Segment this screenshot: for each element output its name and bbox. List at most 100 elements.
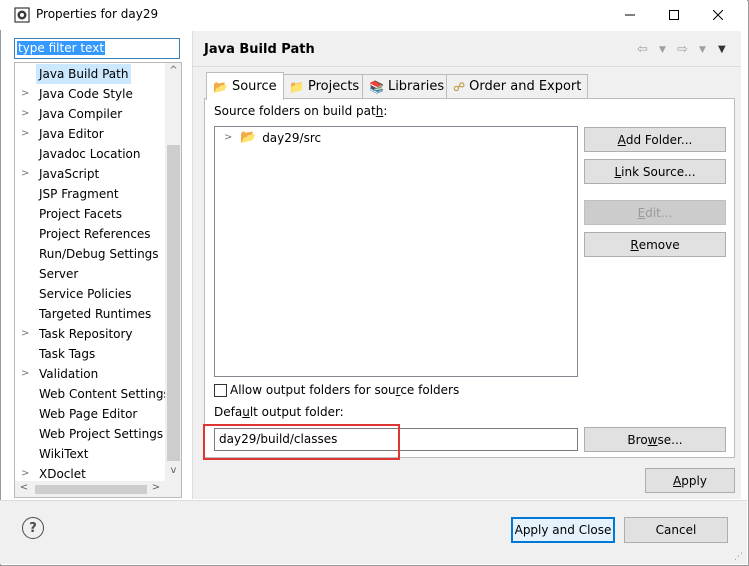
library-icon: 📚 xyxy=(369,79,384,94)
expand-arrow-icon[interactable]: > xyxy=(224,132,234,143)
tree-item-label: Java Code Style xyxy=(39,87,133,101)
scroll-up-arrow-icon[interactable]: ^ xyxy=(165,65,181,81)
help-icon[interactable]: ? xyxy=(22,517,44,539)
annotation-highlight-box xyxy=(203,424,400,460)
allow-output-folders-label: Allow output folders for source folders xyxy=(230,383,460,397)
tree-item-label: Web Content Settings xyxy=(39,387,170,401)
tree-item-label: JSP Fragment xyxy=(39,187,119,201)
tree-item-label: Server xyxy=(39,267,79,281)
tree-item[interactable]: Server xyxy=(15,264,165,284)
expand-arrow-icon[interactable]: > xyxy=(21,324,31,344)
tree-item-label: Task Repository xyxy=(39,327,133,341)
tree-item[interactable]: Service Policies xyxy=(15,284,165,304)
tree-item-label: WikiText xyxy=(39,447,89,461)
tree-item-label: Service Policies xyxy=(39,287,132,301)
horizontal-scroll-thumb[interactable] xyxy=(35,485,147,494)
scroll-down-arrow-icon[interactable]: v xyxy=(165,465,181,481)
minimize-button[interactable] xyxy=(607,0,653,30)
tree-item-label: Targeted Runtimes xyxy=(39,307,152,321)
tree-item-label: Project Facets xyxy=(39,207,122,221)
tree-item-label: Java Compiler xyxy=(39,107,123,121)
source-folder-icon: 📂 xyxy=(213,79,228,94)
tree-item-label: Run/Debug Settings xyxy=(39,247,159,261)
minimize-icon xyxy=(625,14,635,16)
scroll-left-arrow-icon[interactable]: < xyxy=(17,482,31,493)
tree-item-label: Web Project Settings xyxy=(39,427,164,441)
tree-item[interactable]: JSP Fragment xyxy=(15,184,165,204)
maximize-button[interactable] xyxy=(651,0,697,30)
tab-projects[interactable]: 📁 Projects xyxy=(282,74,367,98)
default-output-folder-label: Default output folder: xyxy=(214,405,344,419)
tree-item[interactable]: > Java Editor xyxy=(15,124,165,144)
eclipse-app-icon xyxy=(14,7,30,23)
source-folders-label: Source folders on build path: xyxy=(214,104,388,118)
expand-arrow-icon[interactable]: > xyxy=(21,104,31,124)
scroll-right-arrow-icon[interactable]: > xyxy=(149,482,163,493)
page-title: Java Build Path xyxy=(204,42,315,57)
source-folders-tree[interactable] xyxy=(214,126,578,377)
view-menu-icon[interactable]: ▼ xyxy=(718,44,726,55)
forward-arrow-icon[interactable]: ⇨ xyxy=(677,42,688,57)
tab-order-export[interactable]: ☍ Order and Export xyxy=(446,74,589,98)
tab-source[interactable]: 📂 Source xyxy=(206,72,284,100)
tree-item-label: JavaScript xyxy=(39,167,100,181)
tab-libraries[interactable]: 📚 Libraries xyxy=(362,74,452,98)
tree-item[interactable]: Web Project Settings xyxy=(15,424,165,444)
tree-item-label: Validation xyxy=(39,367,99,381)
tree-item-label: Javadoc Location xyxy=(39,147,141,161)
remove-button[interactable]: Remove xyxy=(584,232,726,257)
tab-projects-label: Projects xyxy=(307,78,360,94)
tree-item[interactable]: Javadoc Location xyxy=(15,144,165,164)
tree-item-source-folder[interactable]: > 📂 day29/src xyxy=(224,130,321,145)
filter-input[interactable]: type filter text xyxy=(14,38,180,59)
close-button[interactable] xyxy=(695,0,741,30)
close-icon xyxy=(713,10,723,20)
tab-order-label: Order and Export xyxy=(469,78,582,94)
tree-item[interactable]: > JavaScript xyxy=(15,164,165,184)
allow-output-folders-checkbox[interactable] xyxy=(214,384,227,397)
expand-arrow-icon[interactable]: > xyxy=(21,364,31,384)
tree-item[interactable]: Task Tags xyxy=(15,344,165,364)
source-folder-label: day29/src xyxy=(262,130,322,145)
expand-arrow-icon[interactable]: > xyxy=(21,124,31,144)
apply-button[interactable]: Apply xyxy=(645,468,735,493)
vertical-scroll-thumb[interactable] xyxy=(167,145,180,461)
title-separator xyxy=(192,66,741,67)
tree-item[interactable]: Project References xyxy=(15,224,165,244)
apply-and-close-button[interactable]: Apply and Close xyxy=(511,517,615,543)
add-folder-button[interactable]: Add Folder... xyxy=(584,127,726,152)
tab-source-label: Source xyxy=(231,78,277,94)
tree-item[interactable]: > Java Compiler xyxy=(15,104,165,124)
tree-item[interactable]: Run/Debug Settings xyxy=(15,244,165,264)
link-source-button[interactable]: Link Source... xyxy=(584,159,726,184)
expand-arrow-icon[interactable]: > xyxy=(21,84,31,104)
cancel-button[interactable]: Cancel xyxy=(624,517,728,543)
source-folder-icon: 📂 xyxy=(240,130,257,145)
tree-item-label: Java Build Path xyxy=(36,64,132,84)
edit-button[interactable]: Edit... xyxy=(584,200,726,225)
tree-item-label: Java Editor xyxy=(39,127,104,141)
tree-item[interactable]: > Java Code Style xyxy=(15,84,165,104)
tree-item[interactable]: WikiText xyxy=(15,444,165,464)
expand-arrow-icon[interactable]: > xyxy=(21,164,31,184)
tab-libraries-label: Libraries xyxy=(387,78,445,94)
forward-dropdown-icon[interactable]: ▼ xyxy=(699,45,706,55)
tree-item[interactable]: Project Facets xyxy=(15,204,165,224)
project-icon: 📁 xyxy=(289,79,304,94)
tree-item[interactable]: Web Page Editor xyxy=(15,404,165,424)
tree-item[interactable]: Web Content Settings xyxy=(15,384,170,404)
tree-item[interactable]: Java Build Path xyxy=(15,64,165,84)
tree-item-label: Web Page Editor xyxy=(39,407,138,421)
window-title: Properties for day29 xyxy=(36,7,159,21)
tree-item[interactable]: > Task Repository xyxy=(15,324,165,344)
back-arrow-icon[interactable]: ⇦ xyxy=(637,42,648,57)
order-export-icon: ☍ xyxy=(453,79,466,94)
back-dropdown-icon[interactable]: ▼ xyxy=(659,45,666,55)
resize-grip-icon[interactable]: ⋰ xyxy=(734,552,743,562)
tree-item[interactable]: > Validation xyxy=(15,364,165,384)
maximize-icon xyxy=(669,10,679,20)
tree-item-label: Task Tags xyxy=(39,347,96,361)
tree-item[interactable]: Targeted Runtimes xyxy=(15,304,165,324)
preference-tree[interactable]: Java Build Path > Java Code Style > Java Com… xyxy=(14,62,182,498)
browse-button[interactable]: Bro w se... xyxy=(584,427,726,452)
